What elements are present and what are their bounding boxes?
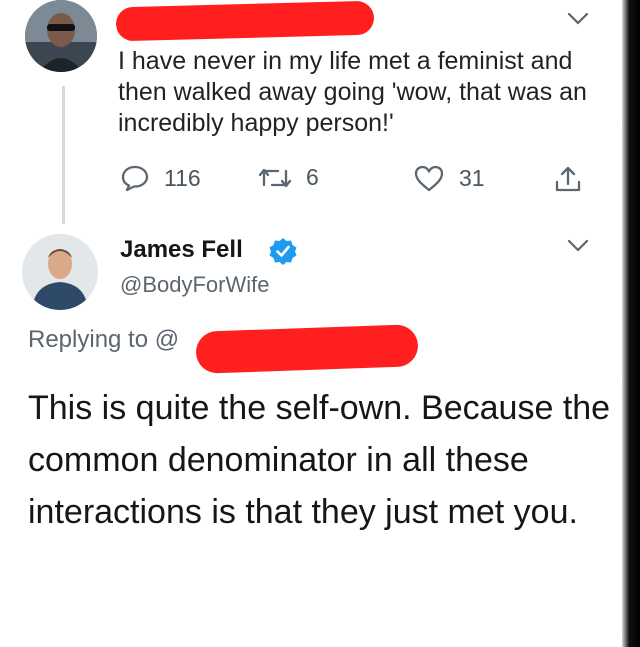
avatar[interactable] [22, 234, 98, 310]
redacted-reply-handle [195, 324, 419, 374]
like-button[interactable]: 31 [413, 164, 485, 192]
share-icon [555, 166, 581, 192]
tweet-text: This is quite the self-own. Because the … [28, 389, 611, 531]
heart-icon [414, 165, 444, 192]
chevron-down-icon[interactable] [567, 12, 589, 26]
thread-connector [62, 86, 65, 224]
redacted-username [115, 0, 375, 42]
retweet-icon [258, 168, 292, 187]
reply-button[interactable]: 116 [120, 164, 201, 192]
retweet-count: 6 [306, 164, 319, 190]
comment-icon [121, 165, 149, 192]
avatar[interactable] [25, 0, 97, 72]
verified-badge-icon [269, 238, 297, 265]
like-count: 31 [459, 164, 485, 191]
chevron-down-icon[interactable] [567, 239, 589, 253]
reply-count: 116 [164, 164, 201, 191]
display-name[interactable]: James Fell [120, 236, 243, 264]
image-border [622, 0, 640, 647]
user-handle[interactable]: @BodyForWife [120, 272, 269, 298]
tweet-text: I have never in my life met a feminist a… [118, 47, 587, 137]
replying-to: Replying to @ [28, 326, 180, 353]
retweet-button[interactable]: 6 [258, 164, 319, 191]
share-button[interactable] [553, 164, 583, 194]
